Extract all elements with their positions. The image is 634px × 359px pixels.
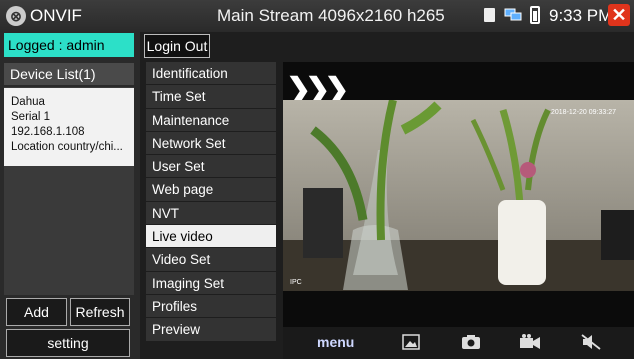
menu-item-video-set[interactable]: Video Set xyxy=(146,248,276,272)
app-name: ONVIF xyxy=(30,6,82,25)
setting-button[interactable]: setting xyxy=(6,329,130,357)
device-serial: Serial 1 xyxy=(11,111,50,123)
onvif-logo-icon: ⊗ xyxy=(6,6,26,26)
camera-icon[interactable] xyxy=(461,334,481,350)
stream-title: Main Stream 4096x2160 h265 xyxy=(217,6,445,25)
menu-item-live-video[interactable]: Live video xyxy=(146,225,276,249)
toolbar-menu-button[interactable]: menu xyxy=(317,334,354,350)
device-list-header: Device List(1) xyxy=(4,63,134,85)
video-bottom-band xyxy=(283,291,634,327)
logout-button[interactable]: Login Out xyxy=(144,34,210,58)
menu-item-web-page[interactable]: Web page xyxy=(146,178,276,202)
device-name: Dahua xyxy=(11,96,45,108)
menu-item-nvt[interactable]: NVT xyxy=(146,201,276,226)
device-ip: 192.168.1.108 xyxy=(11,126,85,138)
battery-icon xyxy=(530,6,540,24)
close-button[interactable]: ✕ xyxy=(608,4,630,26)
video-toolbar: menu xyxy=(283,327,634,359)
device-location: Location country/chi... xyxy=(11,141,123,153)
network-icon xyxy=(504,8,522,21)
device-list-item[interactable]: Dahua Serial 1 192.168.1.108 Location co… xyxy=(4,88,134,166)
title-bar: ⊗ ONVIF Main Stream 4096x2160 h265 9:33 … xyxy=(0,0,634,32)
menu-item-identification[interactable]: Identification xyxy=(146,62,276,86)
video-channel-label: IPC xyxy=(290,279,302,286)
menu-item-user-set[interactable]: User Set xyxy=(146,155,276,179)
record-icon[interactable] xyxy=(519,334,541,350)
live-video-frame xyxy=(283,100,634,291)
menu-item-imaging-set[interactable]: Imaging Set xyxy=(146,271,276,295)
clock: 9:33 PM xyxy=(549,6,613,25)
menu-item-preview[interactable]: Preview xyxy=(146,318,276,342)
menu-item-network-set[interactable]: Network Set xyxy=(146,131,276,156)
menu-item-maintenance[interactable]: Maintenance xyxy=(146,108,276,132)
video-timestamp: 2018-12-20 09:33:27 xyxy=(551,109,616,116)
menu-item-time-set[interactable]: Time Set xyxy=(146,85,276,109)
add-button[interactable]: Add xyxy=(6,298,67,326)
login-status: Logged : admin xyxy=(4,33,134,57)
menu-item-profiles[interactable]: Profiles xyxy=(146,294,276,319)
refresh-button[interactable]: Refresh xyxy=(70,298,130,326)
picture-icon[interactable] xyxy=(402,334,420,350)
settings-menu: Identification Time Set Maintenance Netw… xyxy=(146,62,276,342)
live-video-view[interactable] xyxy=(283,100,634,291)
mute-icon[interactable] xyxy=(581,334,601,350)
sd-card-icon xyxy=(484,8,495,22)
